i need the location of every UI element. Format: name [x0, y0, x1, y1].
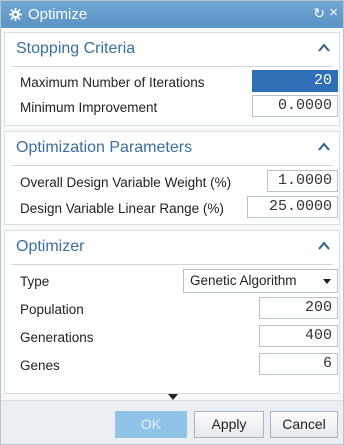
genes-row: Genes 6 — [5, 353, 339, 379]
weight-label: Overall Design Variable Weight (%) — [20, 175, 232, 190]
generations-row: Generations 400 — [5, 325, 339, 351]
reset-icon[interactable]: ↻ — [313, 5, 325, 22]
type-select[interactable]: Genetic Algorithm — [183, 269, 338, 293]
optimization-parameters-section: Optimization Parameters Overall Design V… — [4, 131, 340, 225]
max-iterations-row: Maximum Number of Iterations 20 — [5, 70, 339, 96]
section-divider — [11, 165, 333, 166]
population-row: Population 200 — [5, 297, 339, 323]
gear-icon — [8, 8, 22, 22]
stopping-criteria-section: Stopping Criteria Maximum Number of Iter… — [4, 32, 340, 126]
weight-field[interactable]: 1.0000 — [267, 170, 338, 192]
triangle-down-icon — [323, 279, 331, 284]
stopping-criteria-header[interactable]: Stopping Criteria — [5, 33, 339, 65]
chevron-up-icon[interactable] — [317, 141, 331, 153]
dialog-title: Optimize — [28, 6, 88, 23]
linear-range-row: Design Variable Linear Range (%) 25.0000 — [5, 196, 339, 222]
type-select-value: Genetic Algorithm — [190, 273, 297, 288]
apply-button[interactable]: Apply — [194, 411, 264, 438]
section-title: Optimization Parameters — [16, 139, 193, 156]
max-iterations-label: Maximum Number of Iterations — [20, 75, 205, 90]
button-bar: OK Apply Cancel — [1, 400, 343, 444]
chevron-up-icon[interactable] — [317, 42, 331, 54]
population-label: Population — [20, 302, 84, 317]
generations-label: Generations — [20, 330, 94, 345]
cancel-button[interactable]: Cancel — [270, 411, 338, 438]
section-title: Optimizer — [16, 238, 85, 255]
generations-field[interactable]: 400 — [259, 325, 338, 347]
type-row: Type Genetic Algorithm — [5, 269, 339, 295]
section-divider — [11, 264, 333, 265]
close-icon[interactable]: × — [329, 4, 338, 21]
linear-range-label: Design Variable Linear Range (%) — [20, 201, 224, 216]
type-label: Type — [20, 274, 50, 289]
optimizer-section: Optimizer Type Genetic Algorithm Populat… — [4, 230, 340, 394]
genes-field[interactable]: 6 — [259, 353, 338, 375]
min-improvement-field[interactable]: 0.0000 — [252, 95, 338, 117]
optimization-parameters-header[interactable]: Optimization Parameters — [5, 132, 339, 164]
max-iterations-field[interactable]: 20 — [252, 70, 338, 92]
section-title: Stopping Criteria — [16, 40, 136, 57]
optimize-dialog: Optimize ↻ × Stopping Criteria Maximum N… — [0, 0, 344, 445]
population-field[interactable]: 200 — [259, 297, 338, 319]
optimizer-header[interactable]: Optimizer — [5, 231, 339, 263]
section-divider — [11, 66, 333, 67]
ok-button[interactable]: OK — [115, 411, 187, 438]
weight-row: Overall Design Variable Weight (%) 1.000… — [5, 170, 339, 196]
min-improvement-label: Minimum Improvement — [20, 100, 158, 115]
linear-range-field[interactable]: 25.0000 — [247, 196, 338, 218]
genes-label: Genes — [20, 358, 60, 373]
title-bar[interactable]: Optimize ↻ × — [1, 1, 343, 28]
min-improvement-row: Minimum Improvement 0.0000 — [5, 95, 339, 121]
chevron-up-icon[interactable] — [317, 240, 331, 252]
